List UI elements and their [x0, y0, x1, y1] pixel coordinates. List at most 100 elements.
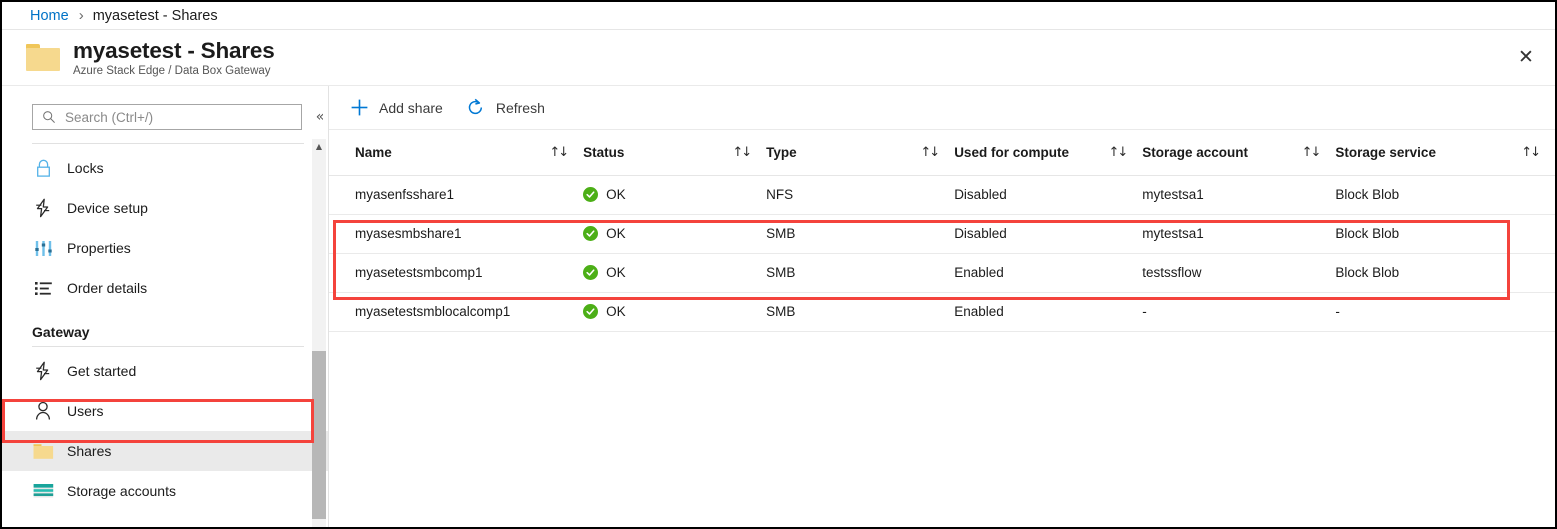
search-input[interactable]: Search (Ctrl+/) [32, 104, 303, 130]
cell-used-for-compute: Enabled [954, 253, 1143, 293]
status-text: OK [606, 187, 626, 202]
shares-table: Name ↑↓ Status ↑↓ Type ↑↓ Used for compute ↑… [329, 130, 1555, 332]
breadcrumb: Home › myasetest - Shares [2, 2, 1555, 30]
cell-storage-account: mytestsa1 [1142, 175, 1336, 215]
cell-status: OK [583, 253, 767, 293]
refresh-icon [465, 97, 487, 119]
cell-storage-account: mytestsa1 [1142, 214, 1336, 254]
sort-icon[interactable]: ↑↓ [1302, 145, 1336, 160]
share-name-link[interactable]: myasetestsmblocalcomp1 [329, 304, 510, 319]
sort-icon[interactable]: ↑↓ [732, 145, 766, 160]
lightning-icon [32, 197, 54, 219]
list-icon [32, 277, 54, 299]
sidebar-item-shares[interactable]: Shares [2, 431, 328, 471]
sidebar-group-divider [32, 346, 304, 347]
sidebar-item-storage-accounts[interactable]: Storage accounts [2, 471, 328, 511]
column-label: Status [583, 144, 625, 160]
sidebar-scrollbar[interactable]: ▲ [312, 139, 326, 527]
cell-name[interactable]: myasenfsshare1 [329, 175, 584, 215]
sidebar-item-label: Shares [67, 443, 112, 459]
breadcrumb-home-link[interactable]: Home [30, 8, 69, 24]
table-header-row: Name ↑↓ Status ↑↓ Type ↑↓ Used for compute ↑… [329, 130, 1555, 176]
plus-icon [348, 97, 370, 119]
cell-storage-account: testssflow [1142, 253, 1336, 293]
share-name-link[interactable]: myasenfsshare1 [329, 187, 454, 202]
sort-icon[interactable]: ↑↓ [1108, 145, 1142, 160]
content-pane: Add share Refresh Name ↑↓ Status ↑↓ Type… [329, 86, 1555, 527]
sidebar-item-order-details[interactable]: Order details [2, 268, 328, 308]
sort-icon[interactable]: ↑↓ [920, 145, 954, 160]
column-header-storage-account[interactable]: Storage account ↑↓ [1142, 130, 1336, 176]
check-circle-icon [583, 304, 599, 319]
column-header-type[interactable]: Type ↑↓ [766, 130, 955, 176]
sort-icon[interactable]: ↑↓ [1521, 145, 1555, 160]
cell-storage-service: Block Blob [1335, 214, 1555, 254]
sidebar-item-users[interactable]: Users [2, 391, 328, 431]
cell-type: NFS [766, 175, 955, 215]
sidebar-item-device-setup[interactable]: Device setup [2, 188, 328, 228]
page-subtitle: Azure Stack Edge / Data Box Gateway [73, 64, 271, 77]
portal-blade: Home › myasetest - Shares myasetest - Sh… [0, 0, 1557, 529]
cell-storage-service: Block Blob [1335, 253, 1555, 293]
status-text: OK [606, 304, 626, 319]
table-row[interactable]: myasenfsshare1 OK NFS Disabled mytestsa1… [329, 175, 1555, 215]
column-header-used-for-compute[interactable]: Used for compute ↑↓ [954, 130, 1143, 176]
cell-name[interactable]: myasetestsmblocalcomp1 [329, 292, 584, 332]
table-row[interactable]: myasesmbshare1 OK SMB Disabled mytestsa1… [329, 214, 1555, 254]
column-header-storage-service[interactable]: Storage service ↑↓ [1335, 130, 1555, 176]
check-circle-icon [583, 226, 599, 241]
status-text: OK [606, 226, 626, 241]
folder-icon [26, 44, 60, 71]
cell-storage-service: - [1335, 292, 1555, 332]
check-circle-icon [583, 187, 599, 202]
command-toolbar: Add share Refresh [329, 86, 1555, 130]
lightning-icon [32, 360, 54, 382]
table-row[interactable]: myasetestsmblocalcomp1 OK SMB Enabled - … [329, 292, 1555, 332]
cell-name[interactable]: myasesmbshare1 [329, 214, 584, 254]
table-row[interactable]: myasetestsmbcomp1 OK SMB Enabled testssf… [329, 253, 1555, 293]
add-share-label: Add share [379, 99, 443, 116]
cell-type: SMB [766, 292, 955, 332]
refresh-label: Refresh [495, 99, 545, 116]
blade-body: Search (Ctrl+/) « Locks Device setup Pro… [2, 86, 1555, 527]
cell-name[interactable]: myasetestsmbcomp1 [329, 253, 584, 293]
cell-used-for-compute: Disabled [954, 175, 1143, 215]
cell-status: OK [583, 214, 767, 254]
person-icon [32, 400, 54, 422]
blade-header: myasetest - Shares Azure Stack Edge / Da… [2, 30, 1555, 86]
sliders-icon [32, 237, 54, 259]
sidebar-item-label: Locks [67, 160, 104, 176]
column-label: Storage account [1142, 144, 1249, 160]
sidebar-item-label: Users [67, 403, 104, 419]
breadcrumb-current: myasetest - Shares [92, 7, 218, 24]
cell-type: SMB [766, 253, 955, 293]
page-title: myasetest - Shares [73, 37, 275, 63]
share-name-link[interactable]: myasesmbshare1 [329, 226, 462, 241]
sidebar-item-label: Get started [67, 363, 137, 379]
column-label: Used for compute [954, 144, 1069, 160]
search-placeholder: Search (Ctrl+/) [65, 109, 154, 125]
add-share-button[interactable]: Add share [346, 93, 451, 123]
sidebar-item-label: Properties [67, 240, 131, 256]
page-title-group: myasetest - Shares Azure Stack Edge / Da… [73, 38, 275, 78]
sidebar: Search (Ctrl+/) « Locks Device setup Pro… [2, 86, 329, 527]
close-icon[interactable]: ✕ [1513, 45, 1539, 71]
column-header-name[interactable]: Name ↑↓ [329, 130, 584, 176]
cell-type: SMB [766, 214, 955, 254]
refresh-button[interactable]: Refresh [463, 93, 553, 123]
scroll-up-icon[interactable]: ▲ [312, 139, 326, 154]
scrollbar-thumb[interactable] [312, 351, 326, 519]
lock-icon [32, 157, 54, 179]
sidebar-item-label: Storage accounts [67, 483, 176, 499]
sidebar-search-row: Search (Ctrl+/) « [2, 86, 328, 134]
column-header-status[interactable]: Status ↑↓ [583, 130, 767, 176]
sidebar-item-get-started[interactable]: Get started [2, 351, 328, 391]
sidebar-item-locks[interactable]: Locks [2, 148, 328, 188]
collapse-sidebar-icon[interactable]: « [312, 109, 328, 125]
breadcrumb-separator-icon: › [78, 7, 84, 24]
sidebar-item-properties[interactable]: Properties [2, 228, 328, 268]
sort-icon[interactable]: ↑↓ [549, 145, 583, 160]
status-text: OK [606, 265, 626, 280]
share-name-link[interactable]: myasetestsmbcomp1 [329, 265, 483, 280]
storage-icon [32, 480, 54, 502]
